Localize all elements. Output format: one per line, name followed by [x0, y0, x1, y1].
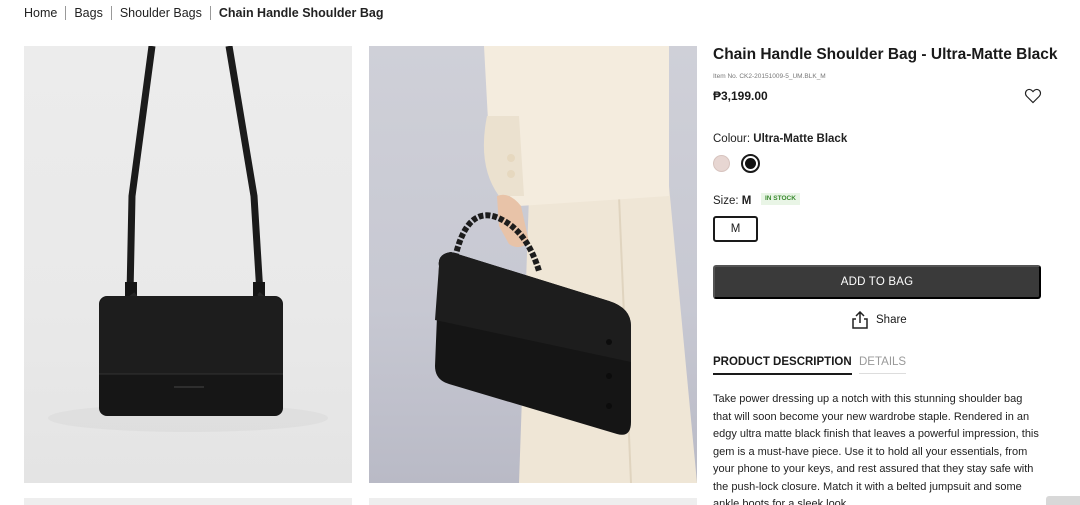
- size-label: Size: M: [713, 195, 752, 207]
- share-label: Share: [876, 314, 907, 326]
- tab-details[interactable]: DETAILS: [859, 356, 907, 374]
- colour-label: Colour: Ultra-Matte Black: [713, 133, 848, 145]
- gallery-thumbnail[interactable]: [369, 498, 697, 505]
- model-photo: [435, 46, 697, 483]
- breadcrumb-bags[interactable]: Bags: [65, 6, 111, 20]
- breadcrumb-current: Chain Handle Shoulder Bag: [209, 6, 392, 20]
- selected-size: M: [741, 195, 752, 207]
- product-title: Chain Handle Shoulder Bag - Ultra-Matte …: [713, 46, 1058, 63]
- selected-colour: Ultra-Matte Black: [753, 133, 848, 145]
- breadcrumb: Home Bags Shoulder Bags Chain Handle Sho…: [24, 6, 391, 20]
- product-image-model[interactable]: [369, 46, 697, 483]
- product-description: Take power dressing up a notch with this…: [713, 393, 1039, 505]
- tab-product-description[interactable]: PRODUCT DESCRIPTION: [713, 356, 852, 375]
- scroll-to-top-button[interactable]: [1046, 496, 1080, 505]
- item-number: Item No. CK2-20151009-5_UM.BLK_M: [713, 73, 826, 80]
- gallery-thumbnail[interactable]: [24, 498, 352, 505]
- stock-badge: IN STOCK: [761, 193, 800, 205]
- breadcrumb-home[interactable]: Home: [24, 6, 65, 20]
- share-button[interactable]: Share: [852, 311, 907, 329]
- bag-photo: [48, 46, 328, 432]
- heart-icon[interactable]: [1024, 88, 1042, 104]
- size-option-m[interactable]: M: [713, 216, 758, 242]
- product-image-main[interactable]: [24, 46, 352, 483]
- breadcrumb-shoulder-bags[interactable]: Shoulder Bags: [110, 6, 210, 20]
- add-to-bag-button[interactable]: ADD TO BAG: [713, 265, 1041, 299]
- colour-swatch-black[interactable]: [741, 154, 760, 173]
- share-icon: [852, 311, 868, 329]
- product-price: ₱3,199.00: [713, 89, 768, 103]
- colour-swatch-beige[interactable]: [713, 155, 730, 172]
